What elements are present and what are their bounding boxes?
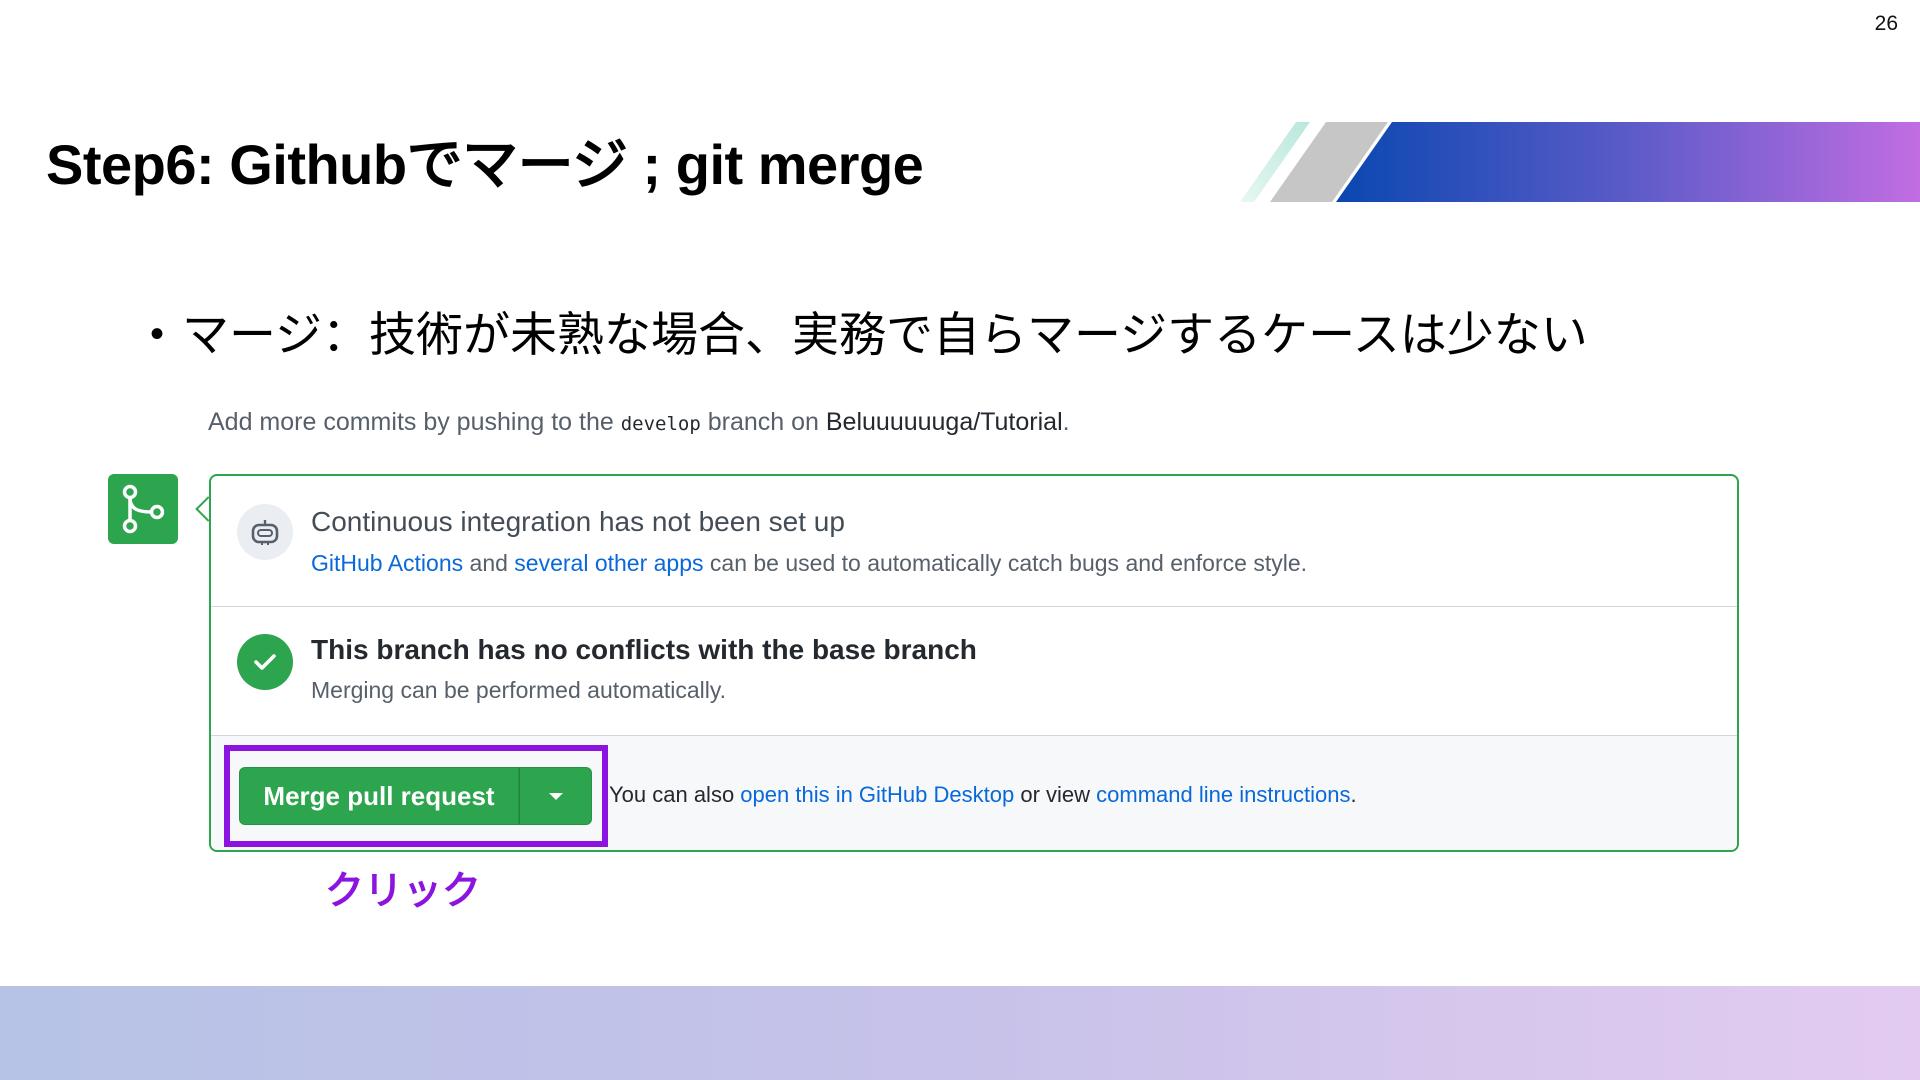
bullet-marker: • (150, 312, 165, 356)
slide-title: Step6: Githubでマージ ; git merge (46, 133, 924, 196)
click-highlight-box (224, 745, 608, 847)
hint-suffix: . (1062, 408, 1070, 436)
command-line-link[interactable]: command line instructions (1096, 782, 1350, 807)
ci-section: Continuous integration has not been set … (211, 476, 1737, 607)
hint-prefix: Add more commits by pushing to the (208, 408, 621, 436)
bullet-item: • マージ：技術が未熟な場合、実務で自らマージするケースは少ない (150, 296, 1588, 365)
git-merge-icon (108, 474, 178, 544)
git-merge-glyph (122, 484, 165, 534)
push-hint: Add more commits by pushing to the devel… (208, 408, 1070, 437)
github-desktop-link[interactable]: open this in GitHub Desktop (740, 782, 1014, 807)
other-apps-link[interactable]: several other apps (514, 550, 703, 576)
merge-alternatives-text: You can also open this in GitHub Desktop… (609, 782, 1357, 808)
repo-name: Beluuuuuuga/Tutorial (825, 408, 1063, 436)
ci-text-2: can be used to automatically catch bugs … (703, 550, 1308, 576)
also-middle: or view (1014, 782, 1097, 807)
robot-icon (237, 504, 293, 560)
also-suffix: . (1350, 782, 1357, 807)
ci-text-1: and (463, 550, 515, 576)
also-prefix: You can also (609, 782, 741, 807)
hint-middle: branch on (700, 408, 826, 436)
conflict-title: This branch has no conflicts with the ba… (311, 634, 977, 665)
check-icon (237, 634, 293, 690)
title-decoration (1240, 122, 1920, 202)
conflict-section: This branch has no conflicts with the ba… (211, 607, 1737, 736)
ci-title: Continuous integration has not been set … (311, 506, 845, 537)
conflict-description: Merging can be performed automatically. (311, 677, 727, 703)
decor-gradient-band (1336, 122, 1920, 202)
github-actions-link[interactable]: GitHub Actions (311, 550, 463, 576)
bullet-text: マージ：技術が未熟な場合、実務で自らマージするケースは少ない (182, 308, 1588, 361)
footer-gradient-band (0, 986, 1920, 1080)
branch-name: develop (620, 413, 701, 435)
ci-description: GitHub Actions and several other apps ca… (311, 550, 1307, 577)
page-number: 26 (1874, 12, 1898, 35)
click-annotation: クリック (325, 870, 482, 913)
